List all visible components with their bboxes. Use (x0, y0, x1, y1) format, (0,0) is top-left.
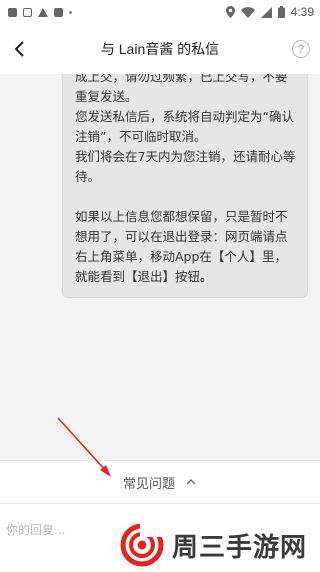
status-bar: 4:39 (0, 0, 320, 24)
dots-icon (69, 10, 72, 14)
help-button[interactable]: ? (292, 40, 310, 58)
faq-label: 常见问题 (122, 476, 175, 492)
notification-square-icon (8, 7, 17, 17)
help-icon: ? (297, 42, 305, 56)
status-time: 4:39 (290, 5, 314, 19)
back-button[interactable] (8, 37, 32, 61)
watermark-text: 周三手游网 (172, 532, 308, 563)
message-paragraph: 成上交，请勿过频繁，已上交写，不要重复发送。 (75, 74, 288, 104)
message-paragraph: 如果以上信息您都想保留，只是暂时不想用了，可以在退出登录：网页端请点右上角菜单，… (75, 209, 288, 284)
page-title: 与 Lain音酱 的私信 (100, 41, 220, 57)
message-paragraph: 您发送私信后，系统将自动判定为“确认注销”，不可临时取消。 (75, 109, 294, 144)
message-paragraph: 我们将会在7天内为您注销，还请耐心等待。 (75, 149, 296, 184)
swirl-logo-icon (120, 523, 166, 567)
warning-icon (38, 7, 48, 17)
status-right-icons: 4:39 (225, 5, 314, 19)
chevron-up-icon (185, 478, 197, 486)
notification-square-icon (54, 7, 63, 17)
back-arrow-icon (14, 41, 24, 57)
chat-header: 与 Lain音酱 的私信 ? (0, 24, 320, 74)
status-left-icons (8, 7, 72, 17)
battery-icon (277, 6, 285, 18)
message-bubble: 成上交，请勿过频繁，已上交写，不要重复发送。 您发送私信后，系统将自动判定为“确… (62, 74, 308, 298)
signal-icon (260, 6, 272, 18)
watermark-logo: 周三手游网 (118, 523, 318, 567)
faq-toggle[interactable]: 常见问题 (0, 460, 320, 504)
outline-square-icon (23, 7, 32, 17)
chat-area[interactable]: 成上交，请勿过频繁，已上交写，不要重复发送。 您发送私信后，系统将自动判定为“确… (0, 74, 320, 460)
wifi-icon (240, 6, 255, 18)
location-icon (225, 6, 235, 18)
